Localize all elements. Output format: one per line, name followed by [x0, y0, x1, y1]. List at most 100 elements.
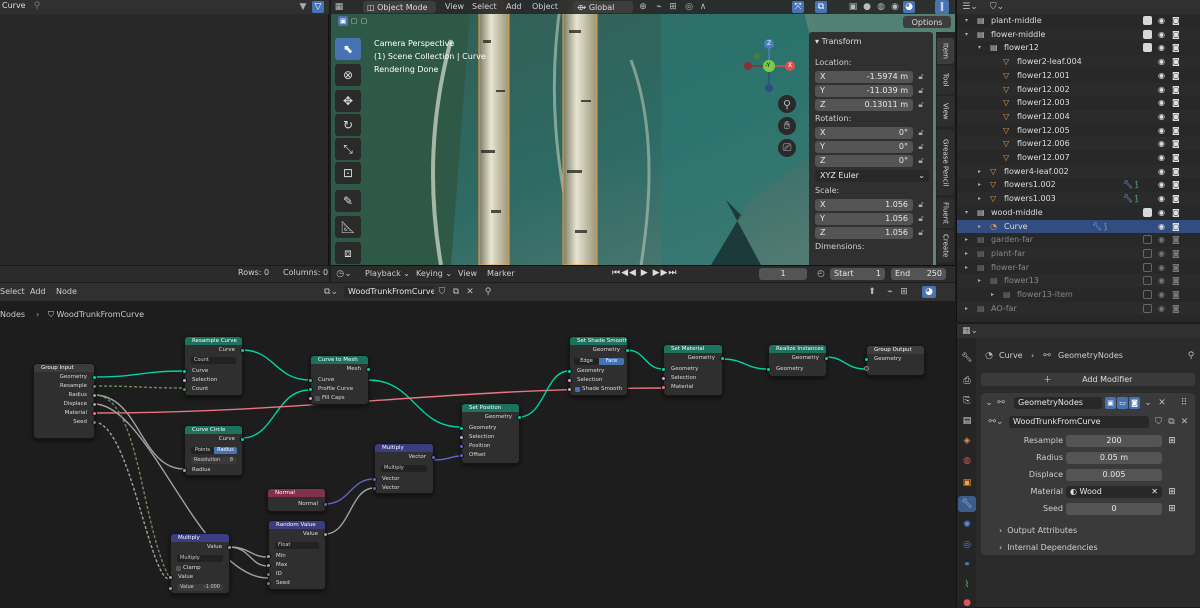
ss-mode-face[interactable]: Face	[599, 358, 624, 365]
filter-icon[interactable]: ▼	[298, 1, 308, 13]
expand-arrow-icon[interactable]: ▸	[978, 274, 981, 287]
outliner-row[interactable]: ▾ ▤ flower12 ◉ ◙	[957, 41, 1200, 55]
render-camera-icon[interactable]: ◙	[1172, 288, 1180, 301]
socket[interactable]	[266, 554, 271, 559]
expand-arrow-icon[interactable]: ▸	[965, 233, 968, 246]
expand-arrow-icon[interactable]: ▸	[965, 302, 968, 315]
edit-mode-toggle-icon[interactable]: ▣	[1105, 397, 1116, 409]
socket[interactable]	[661, 376, 666, 381]
transform-title[interactable]: ▾ Transform	[815, 37, 861, 46]
end-frame-field[interactable]: End 250	[891, 268, 946, 280]
lock-icon[interactable]: 🔓︎	[915, 127, 927, 139]
socket[interactable]	[227, 545, 232, 550]
resample-mode-dropdown[interactable]: Count	[191, 357, 236, 364]
visibility-eye-icon[interactable]: ◉	[1158, 41, 1165, 54]
exclude-checkbox[interactable]	[1143, 303, 1152, 313]
socket[interactable]	[567, 378, 572, 383]
move-tool-icon[interactable]: ✥	[335, 90, 361, 112]
socket[interactable]	[182, 369, 187, 374]
clamp-checkbox[interactable]	[176, 566, 181, 571]
socket[interactable]	[323, 502, 328, 507]
editor-type-icon[interactable]: ▦	[333, 1, 345, 13]
socket[interactable]	[459, 453, 464, 458]
visibility-eye-icon[interactable]: ◉	[1158, 96, 1165, 109]
expand-arrow-icon[interactable]: ▸	[965, 247, 968, 260]
outliner-row[interactable]: ▸ ▤ flower13 ◉ ◙	[957, 274, 1200, 288]
exclude-checkbox[interactable]	[1143, 16, 1152, 25]
viewport-toggle-icon[interactable]: ▭	[1117, 397, 1128, 409]
proportional-icon[interactable]: ◎	[683, 1, 695, 13]
socket[interactable]	[517, 415, 522, 420]
socket[interactable]	[864, 366, 869, 371]
modifier-menu-icon[interactable]: ⌄	[1143, 397, 1153, 409]
visibility-eye-icon[interactable]: ◉	[1158, 220, 1165, 233]
render-camera-icon[interactable]: ◙	[1172, 206, 1180, 219]
view-layer-tab-icon[interactable]: ▤	[960, 414, 974, 428]
socket[interactable]	[661, 367, 666, 372]
set-position-node[interactable]: Set Position Geometry Geometry Selection…	[459, 403, 522, 464]
curve-circle-node[interactable]: Curve Circle Curve Points Radius Resolut…	[182, 425, 245, 476]
shading-solid-icon[interactable]: ●	[861, 1, 873, 13]
visibility-eye-icon[interactable]: ◉	[1158, 28, 1165, 41]
output-tab-icon[interactable]: ⎘	[960, 394, 974, 408]
particles-tab-icon[interactable]: ✺	[960, 518, 974, 532]
timeline-view-menu[interactable]: View	[458, 269, 477, 278]
marker-menu[interactable]: Marker	[487, 269, 515, 278]
clear-material-icon[interactable]: ✕	[1151, 486, 1162, 498]
socket[interactable]	[266, 572, 271, 577]
socket[interactable]	[308, 378, 313, 383]
expand-arrow-icon[interactable]: ▸	[978, 165, 981, 178]
render-camera-icon[interactable]: ◙	[1172, 55, 1180, 68]
render-camera-icon[interactable]: ◙	[1172, 220, 1180, 233]
properties-editor-icon[interactable]: ▦⌄	[960, 325, 980, 337]
expand-arrow-icon[interactable]: ▾	[965, 28, 968, 41]
group-output-node[interactable]: Group Output Geometry	[864, 345, 925, 376]
socket[interactable]	[92, 411, 97, 416]
visibility-eye-icon[interactable]: ◉	[1158, 261, 1165, 274]
rotation-x-field[interactable]: X 0°	[815, 127, 913, 139]
ss-shade-smooth[interactable]: Shade Smooth	[570, 385, 627, 394]
node-group-duplicate-icon[interactable]: ⧉	[1166, 416, 1177, 428]
orientation-dropdown[interactable]: ⟴ Global	[573, 1, 633, 13]
ctm-fill-caps[interactable]: Fill Caps	[311, 394, 368, 403]
socket[interactable]	[240, 348, 245, 353]
exclude-checkbox[interactable]	[1143, 43, 1152, 53]
render-camera-icon[interactable]: ◙	[1172, 69, 1180, 82]
shading-material-icon[interactable]: ◉	[889, 1, 901, 13]
rv-type-dropdown[interactable]: Float	[275, 542, 319, 549]
expand-arrow-icon[interactable]: ▸	[978, 220, 981, 233]
socket[interactable]	[567, 369, 572, 374]
lock-icon[interactable]: 🔓︎	[915, 71, 927, 83]
group-input-node[interactable]: Group Input Geometry Resample Radius Dis…	[33, 363, 97, 439]
pin-icon[interactable]: ⚲	[32, 0, 42, 12]
set-material-node[interactable]: Set Material Geometry Geometry Selection…	[661, 344, 725, 396]
socket[interactable]	[182, 468, 187, 473]
node-group-fake-user-icon[interactable]: ⛉	[1153, 416, 1164, 428]
socket[interactable]	[661, 385, 666, 390]
visibility-eye-icon[interactable]: ◉	[1158, 83, 1165, 96]
overlay-icon[interactable]: ⧉	[815, 1, 827, 13]
expand-arrow-icon[interactable]: ▾	[978, 41, 981, 54]
mf-clamp[interactable]: Clamp	[171, 564, 229, 573]
expand-arrow-icon[interactable]: ▸	[965, 261, 968, 274]
shade-smooth-checkbox[interactable]	[575, 387, 580, 392]
param-field-displace[interactable]: 0.005	[1066, 469, 1162, 481]
view-menu[interactable]: View	[445, 2, 464, 11]
scene-tab-icon[interactable]: ◈	[960, 434, 974, 448]
world-tab-icon[interactable]: ◍	[960, 454, 974, 468]
socket[interactable]	[182, 378, 187, 383]
visibility-eye-icon[interactable]: ◉	[1158, 178, 1165, 191]
tool-tab-icon[interactable]: 🔧︎	[960, 351, 974, 365]
outliner-row[interactable]: ▸ ▤ garden-far ◉ ◙	[957, 233, 1200, 247]
outliner-row[interactable]: ▸ ▤ flower-far ◉ ◙	[957, 260, 1200, 274]
data-tab-icon[interactable]: ⌇	[960, 578, 974, 592]
pan-hand-icon[interactable]: ✋︎	[778, 117, 796, 135]
render-camera-icon[interactable]: ◙	[1172, 233, 1180, 246]
lock-icon[interactable]: 🔓︎	[915, 99, 927, 111]
socket[interactable]	[182, 387, 187, 392]
node-group-field[interactable]: WoodTrunkFromCurve	[1009, 416, 1149, 428]
render-camera-icon[interactable]: ◙	[1172, 124, 1180, 137]
modifier-drag-icon[interactable]: ⠿	[1179, 397, 1189, 409]
render-toggle-icon[interactable]: ◙	[1129, 397, 1140, 409]
outliner-row[interactable]: ▽ flower12.007 ◉ ◙	[957, 151, 1200, 164]
